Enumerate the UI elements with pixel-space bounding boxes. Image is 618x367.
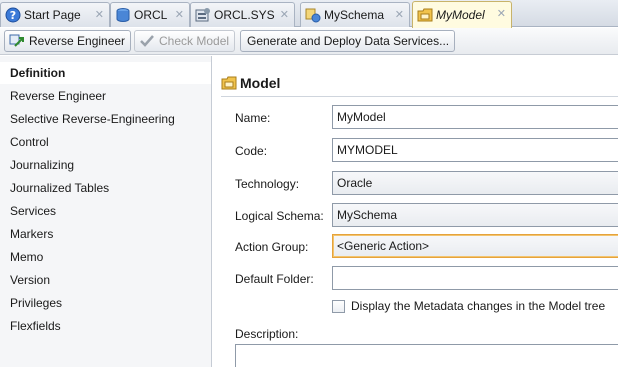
svg-text:?: ? [10, 9, 16, 22]
model-icon [417, 7, 433, 23]
nav-item-markers[interactable]: Markers [0, 223, 211, 245]
reverse-engineer-label: Reverse Engineer [29, 34, 126, 48]
close-icon[interactable]: ✕ [280, 8, 289, 21]
action-group-select[interactable]: <Generic Action> [332, 234, 618, 258]
default-folder-label: Default Folder: [235, 272, 314, 286]
display-metadata-checkbox[interactable]: Display the Metadata changes in the Mode… [332, 299, 605, 313]
editor-tab-strip: ? Start Page ✕ ORCL ✕ ORCL.SYS ✕ MySchem… [0, 0, 618, 28]
nav-item-definition[interactable]: Definition [0, 62, 211, 84]
section-title-label: Model [240, 75, 281, 91]
technology-select[interactable]: Oracle [332, 171, 618, 195]
checkmark-icon [139, 33, 155, 49]
nav-item-selective-reverse-engineering[interactable]: Selective Reverse-Engineering [0, 108, 211, 130]
section-title: Model [221, 75, 280, 91]
nav-item-services[interactable]: Services [0, 200, 211, 222]
nav-item-privileges[interactable]: Privileges [0, 292, 211, 314]
code-field[interactable]: MYMODEL [332, 138, 618, 162]
checkbox-box[interactable] [332, 299, 345, 313]
technology-label: Technology: [235, 177, 300, 191]
generate-deploy-button[interactable]: Generate and Deploy Data Services... [240, 30, 456, 52]
nav-item-reverse-engineer[interactable]: Reverse Engineer [0, 85, 211, 107]
tab-label: ORCL.SYS [214, 8, 275, 22]
editor-toolbar: Reverse Engineer Check Model Generate an… [0, 28, 618, 55]
nav-item-journalized-tables[interactable]: Journalized Tables [0, 177, 211, 199]
close-icon[interactable]: ✕ [95, 8, 104, 21]
nav-item-flexfields[interactable]: Flexfields [0, 315, 211, 337]
reverse-engineer-icon [9, 33, 25, 49]
tab-mymodel[interactable]: MyModel ✕ [412, 1, 512, 28]
tab-orcl[interactable]: ORCL ✕ [110, 2, 190, 27]
divider [221, 96, 618, 97]
tab-label: MyModel [436, 8, 485, 22]
model-sections-nav: Definition Reverse Engineer Selective Re… [0, 56, 212, 367]
description-textarea[interactable] [235, 344, 618, 367]
close-icon[interactable]: ✕ [175, 8, 184, 21]
database-icon [115, 7, 131, 23]
close-icon[interactable]: ✕ [497, 7, 506, 20]
name-field[interactable]: MyModel [332, 105, 618, 129]
nav-item-version[interactable]: Version [0, 269, 211, 291]
name-label: Name: [235, 111, 271, 125]
generate-deploy-label: Generate and Deploy Data Services... [247, 34, 450, 48]
tab-myschema[interactable]: MySchema ✕ [300, 2, 410, 27]
schema-icon [195, 7, 211, 23]
check-model-button[interactable]: Check Model [134, 30, 236, 52]
description-label: Description: [235, 327, 299, 341]
logical-schema-label: Logical Schema: [235, 209, 324, 223]
action-group-label: Action Group: [235, 240, 309, 254]
logical-schema-icon [305, 7, 321, 23]
model-icon [221, 75, 237, 91]
reverse-engineer-button[interactable]: Reverse Engineer [4, 30, 132, 52]
help-icon: ? [5, 7, 21, 23]
default-folder-field[interactable] [332, 266, 618, 290]
tab-label: MySchema [324, 8, 385, 22]
close-icon[interactable]: ✕ [395, 8, 404, 21]
display-metadata-label: Display the Metadata changes in the Mode… [351, 299, 606, 313]
nav-item-control[interactable]: Control [0, 131, 211, 153]
nav-item-journalizing[interactable]: Journalizing [0, 154, 211, 176]
tab-label: Start Page [24, 8, 81, 22]
model-definition-panel: Model Name: MyModel Code: MYMODEL Techno… [213, 56, 618, 367]
nav-item-memo[interactable]: Memo [0, 246, 211, 268]
check-model-label: Check Model [159, 34, 230, 48]
logical-schema-select[interactable]: MySchema [332, 203, 618, 227]
tab-label: ORCL [134, 8, 168, 22]
tab-start-page[interactable]: ? Start Page ✕ [0, 2, 110, 27]
tab-orcl-sys[interactable]: ORCL.SYS ✕ [190, 2, 295, 27]
code-label: Code: [235, 144, 268, 158]
